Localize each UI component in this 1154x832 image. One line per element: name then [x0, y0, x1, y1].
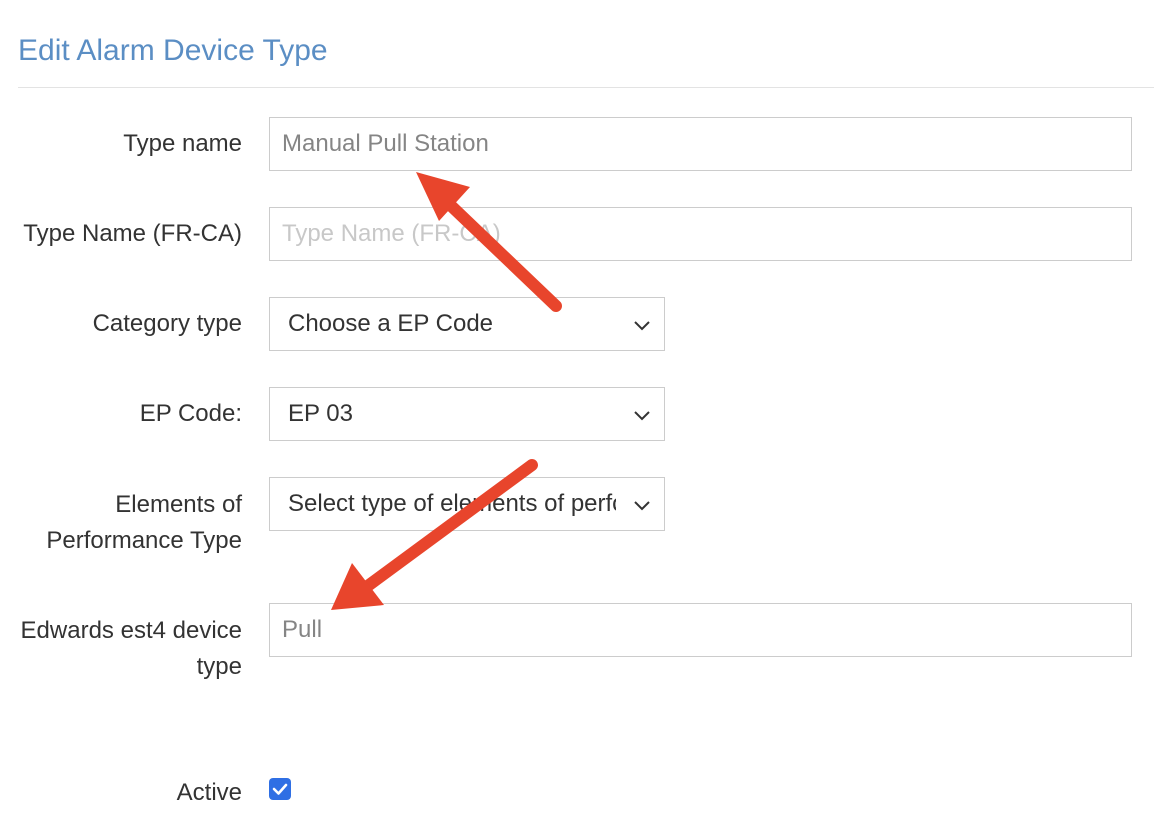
chevron-down-icon: [634, 411, 650, 421]
elements-performance-select[interactable]: Select type of elements of performance: [269, 477, 665, 531]
category-type-label: Category type: [92, 310, 242, 337]
active-checkbox[interactable]: [269, 778, 291, 800]
active-label: Active: [176, 779, 242, 806]
category-type-value: Choose a EP Code: [288, 310, 494, 337]
type-name-input[interactable]: [269, 117, 1132, 171]
type-name-label: Type name: [123, 130, 242, 157]
checkmark-icon: [272, 783, 288, 795]
category-type-select[interactable]: Choose a EP Code: [269, 297, 665, 351]
chevron-down-icon: [634, 501, 650, 511]
type-name-fr-input[interactable]: [269, 207, 1132, 261]
page-title: Edit Alarm Device Type: [18, 34, 328, 67]
ep-code-select[interactable]: EP 03: [269, 387, 665, 441]
edwards-device-type-label: Edwards est4 device type: [20, 617, 242, 680]
chevron-down-icon: [634, 321, 650, 331]
edwards-device-type-input[interactable]: [269, 603, 1132, 657]
type-name-fr-label: Type Name (FR-CA): [23, 220, 242, 247]
ep-code-label: EP Code:: [139, 400, 242, 427]
ep-code-value: EP 03: [288, 400, 353, 427]
elements-performance-value: Select type of elements of performance: [288, 490, 616, 517]
elements-performance-label: Elements of Performance Type: [46, 491, 242, 554]
title-divider: [18, 87, 1154, 88]
